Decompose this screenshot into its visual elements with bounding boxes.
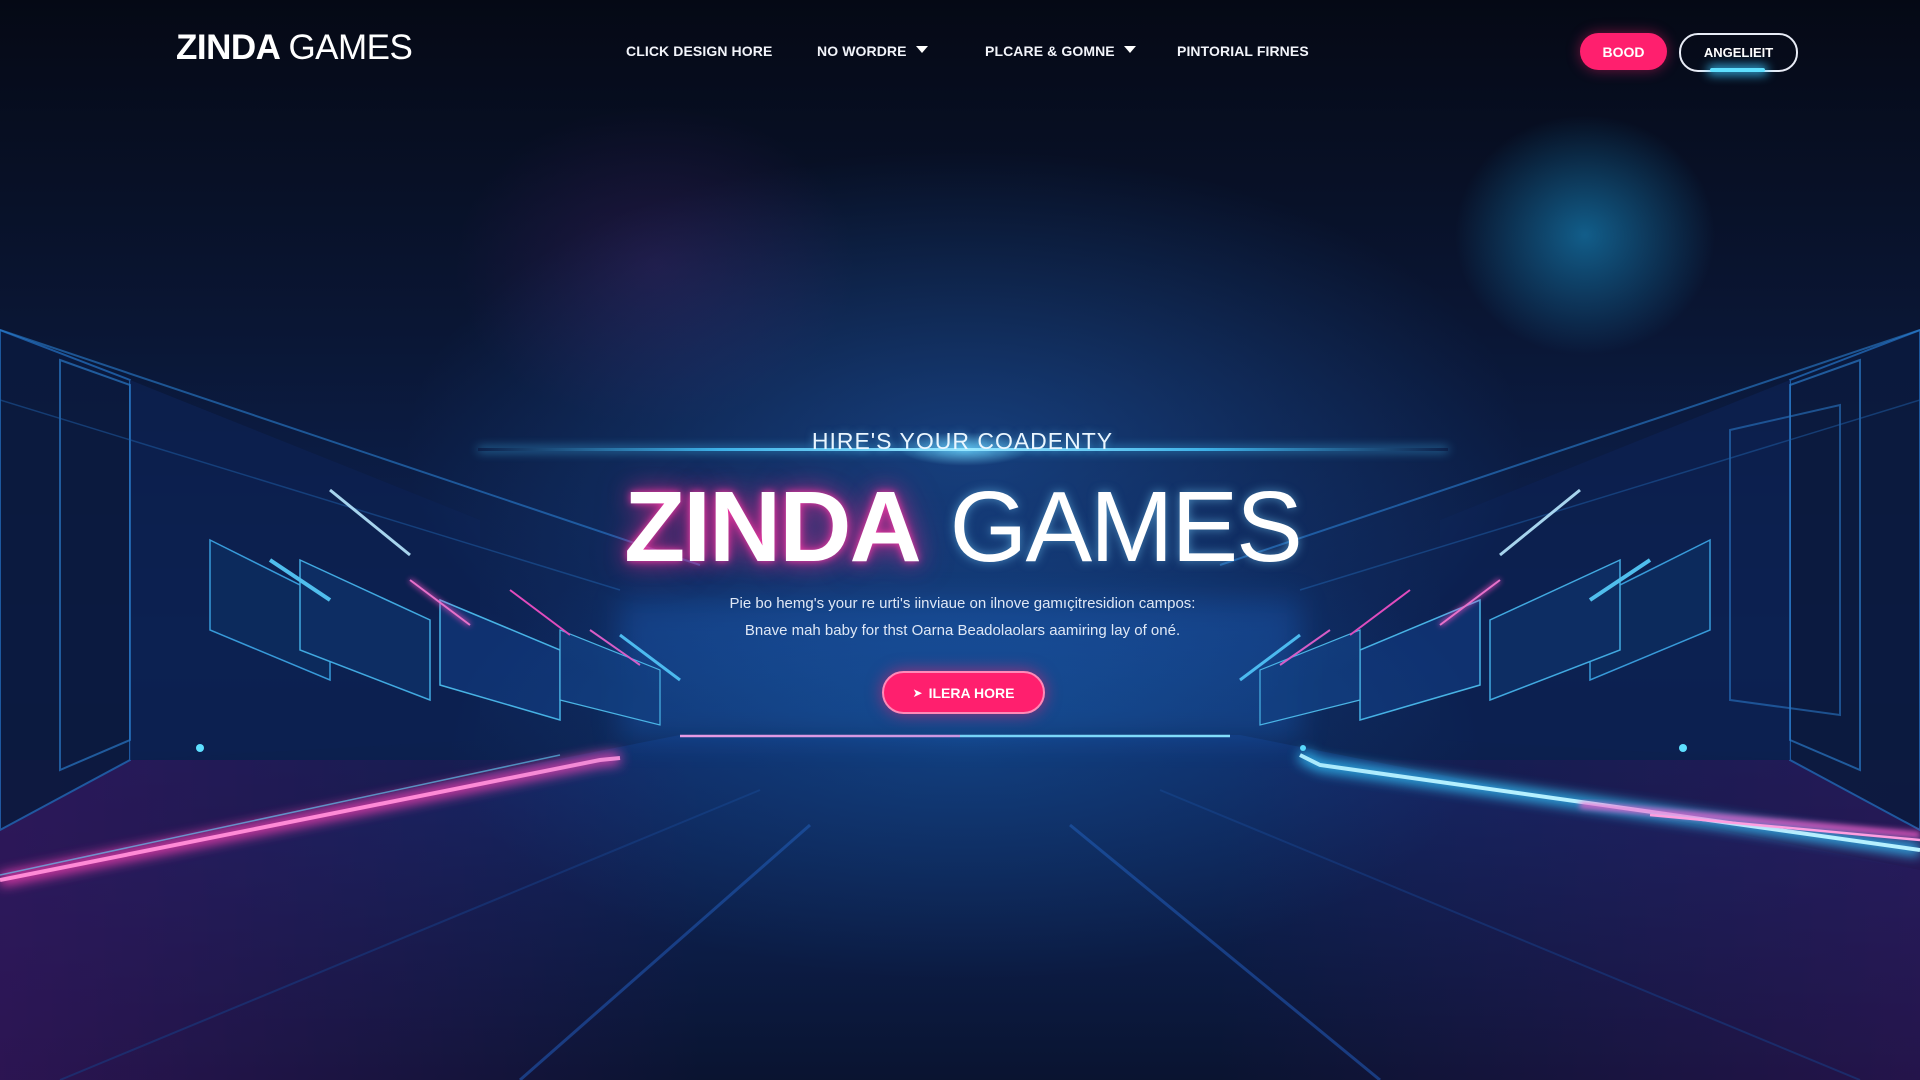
hero-description: Pie bo hemg's your re urti's iinviaue on… <box>0 590 1920 644</box>
secondary-header-button[interactable]: ANGELIEIT <box>1679 33 1798 72</box>
nav-link-pintorial-firnes[interactable]: PINTORIAL FIRNES <box>1177 40 1309 62</box>
button-glow-accent <box>1710 68 1765 72</box>
caret-down-icon <box>1123 46 1136 53</box>
nav-link-label: PLCARE & GOMNE <box>985 43 1115 59</box>
nav-link-label: CLICK DESIGN HORE <box>626 43 773 59</box>
caret-down-icon <box>915 46 928 53</box>
hero-description-line-2: Bnave mah baby for thst Oarna Beadolaola… <box>744 622 1181 639</box>
primary-header-button[interactable]: BOOD <box>1580 33 1667 70</box>
nav-link-click-design[interactable]: CLICK DESIGN HORE <box>626 40 772 62</box>
hero-eyebrow: HIRE'S YOUR COADENTY <box>811 428 1114 454</box>
secondary-header-button-label: ANGELIEIT <box>1703 45 1774 60</box>
hero-cta-label: ILERA HORE <box>928 684 1015 701</box>
hero-title-bold: ZINDA <box>624 471 922 583</box>
site-logo[interactable]: ZINDA GAMES <box>176 28 413 68</box>
logo-bold-text: ZINDA <box>176 28 281 67</box>
nav-link-label: PINTORIAL FIRNES <box>1177 43 1309 59</box>
nav-link-no-wordre[interactable]: NO WORDRE <box>817 40 928 62</box>
primary-header-button-label: BOOD <box>1602 43 1645 60</box>
hero-title-light: GAMES <box>949 471 1303 583</box>
top-navigation-bar: ZINDA GAMES CLICK DESIGN HORE NO WORDRE P… <box>0 0 1920 104</box>
hero-title: ZINDA GAMES <box>0 468 1920 586</box>
hero-cta-button[interactable]: ➤ ILERA HORE <box>882 671 1045 714</box>
nav-link-plcare-gomne[interactable]: PLCARE & GOMNE <box>985 40 1136 62</box>
nav-link-label: NO WORDRE <box>817 43 907 59</box>
chevron-right-icon: ➤ <box>912 685 923 700</box>
hero-description-line-1: Pie bo hemg's your re urti's iinviaue on… <box>729 595 1196 612</box>
logo-light-text: GAMES <box>288 28 413 67</box>
